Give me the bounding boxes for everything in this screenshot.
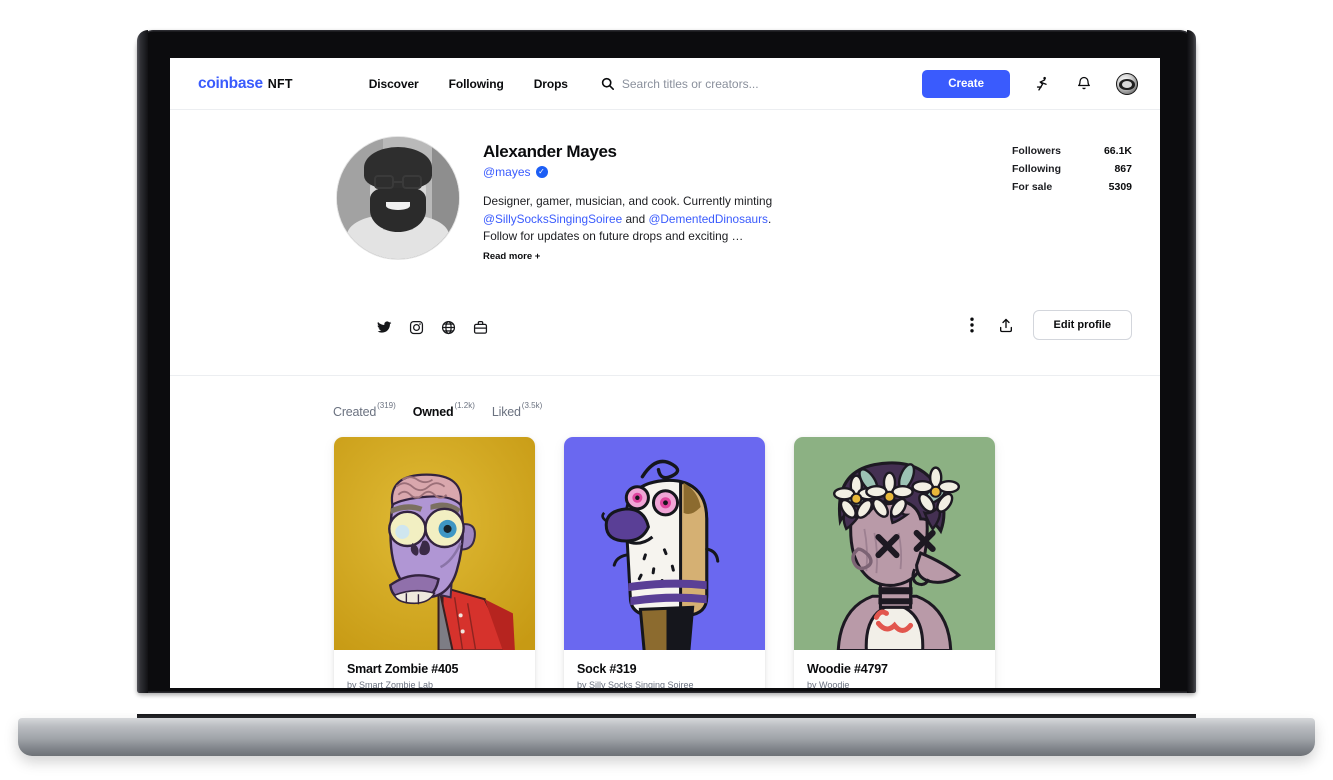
top-navbar: coinbase NFT Discover Following Drops Cr… — [170, 58, 1160, 110]
tab-liked[interactable]: Liked (3.5k) — [491, 401, 542, 419]
nft-card-body: Woodie #4797 by Woodie 25.75wETH Live Au… — [794, 650, 995, 688]
nft-creator: by Silly Socks Singing Soiree — [577, 680, 694, 688]
verified-badge-icon: ✓ — [535, 166, 548, 178]
profile-avatar[interactable] — [337, 137, 459, 259]
tab-owned-label: Owned — [412, 405, 454, 419]
bio-and: and — [622, 211, 649, 226]
brand-coinbase-text: coinbase — [198, 74, 263, 92]
bio-mention-sillysocks[interactable]: @SillySocksSingingSoiree — [483, 212, 622, 226]
navbar-actions: Create — [922, 69, 1138, 98]
nav-link-following[interactable]: Following — [449, 77, 504, 91]
nft-artwork-woodie — [794, 437, 995, 650]
profile-bio: Designer, gamer, musician, and cook. Cur… — [483, 193, 783, 246]
content-tabs: Created (319) Owned (1.2k) Liked (3.5k) — [170, 376, 1160, 421]
profile-handle: @mayes — [483, 165, 531, 179]
tab-created-count: (319) — [377, 401, 396, 410]
stat-for-sale-value: 5309 — [1108, 181, 1132, 193]
stat-following-label: Following — [1012, 163, 1061, 175]
nft-card[interactable]: Sock #319 by Silly Socks Singing Soiree … — [564, 437, 765, 688]
bio-mention-dementeddinosaurs[interactable]: @DementedDinosaurs — [648, 212, 768, 226]
share-upload-icon[interactable] — [998, 317, 1014, 334]
search-bar[interactable] — [601, 76, 922, 91]
avatar[interactable] — [1116, 72, 1138, 95]
page-title: Alexander Mayes — [483, 142, 617, 161]
search-icon — [601, 77, 614, 90]
edit-profile-button[interactable]: Edit profile — [1032, 310, 1132, 340]
tab-liked-count: (3.5k) — [521, 401, 543, 410]
laptop-mockup: MacBook Pro coinbase NFT Discover Follow… — [0, 0, 1333, 780]
profile-stats: Followers 66.1K Following 867 For sale 5… — [1012, 137, 1132, 262]
profile-header: Alexander Mayes @mayes ✓ Designer, gamer… — [170, 110, 1160, 376]
nft-card-grid: Smart Zombie #405 by Smart Zombie Lab 2.… — [170, 419, 1160, 688]
activity-icon[interactable] — [1032, 74, 1052, 94]
tab-created[interactable]: Created (319) — [333, 401, 396, 419]
profile-actions: Edit profile — [965, 310, 1132, 340]
create-button[interactable]: Create — [922, 69, 1010, 98]
tab-owned-count: (1.2k) — [454, 401, 475, 410]
nft-card[interactable]: Woodie #4797 by Woodie 25.75wETH Live Au… — [794, 437, 995, 688]
stat-for-sale-label: For sale — [1012, 181, 1053, 193]
nft-card[interactable]: Smart Zombie #405 by Smart Zombie Lab 2.… — [334, 437, 535, 688]
bezel-right-edge — [1187, 30, 1196, 693]
stat-followers: Followers 66.1K — [1012, 145, 1132, 157]
nft-artwork-sock — [564, 437, 765, 650]
nft-creator: by Woodie — [807, 680, 850, 688]
nav-link-drops[interactable]: Drops — [534, 77, 568, 91]
bell-icon[interactable] — [1074, 74, 1094, 94]
tab-liked-label: Liked — [491, 405, 521, 419]
nft-card-body: Sock #319 by Silly Socks Singing Soiree … — [564, 650, 765, 688]
nft-title: Sock #319 — [577, 662, 637, 676]
tab-created-label: Created — [333, 405, 377, 419]
twitter-icon[interactable] — [377, 320, 392, 335]
instagram-icon[interactable] — [409, 320, 424, 335]
bio-line-3: Follow for updates on future drops and e… — [483, 229, 744, 243]
stat-following-value: 867 — [1114, 163, 1132, 175]
nav-link-discover[interactable]: Discover — [369, 77, 419, 91]
nft-card-body: Smart Zombie #405 by Smart Zombie Lab 2.… — [334, 650, 535, 688]
globe-icon[interactable] — [441, 320, 456, 335]
stat-following: Following 867 — [1012, 163, 1132, 175]
kebab-menu-icon[interactable] — [965, 317, 979, 333]
bezel-left-edge — [137, 30, 148, 693]
coinbase-nft-logo[interactable]: coinbase NFT — [198, 75, 293, 93]
profile-handle-row: @mayes ✓ — [483, 165, 1012, 179]
browser-viewport: coinbase NFT Discover Following Drops Cr… — [170, 58, 1160, 688]
stat-for-sale: For sale 5309 — [1012, 181, 1132, 193]
bio-period: . — [767, 211, 772, 226]
stat-followers-label: Followers — [1012, 145, 1062, 157]
tab-owned[interactable]: Owned (1.2k) — [412, 401, 486, 421]
briefcase-icon[interactable] — [473, 320, 488, 335]
profile-info: Alexander Mayes @mayes ✓ Designer, gamer… — [483, 137, 1012, 262]
nft-title: Woodie #4797 — [807, 662, 888, 676]
search-input[interactable] — [621, 76, 882, 91]
nft-title: Smart Zombie #405 — [347, 662, 459, 676]
stat-followers-value: 66.1K — [1103, 145, 1132, 157]
nft-creator: by Smart Zombie Lab — [347, 680, 434, 688]
laptop-base — [18, 718, 1315, 756]
read-more-button[interactable]: Read more + — [483, 251, 1012, 262]
brand-nft-text: NFT — [267, 76, 293, 91]
primary-nav: Discover Following Drops — [369, 77, 568, 91]
nft-artwork-smart-zombie — [334, 437, 535, 650]
social-links — [377, 320, 488, 335]
bio-line-1: Designer, gamer, musician, and cook. Cur… — [483, 194, 773, 208]
